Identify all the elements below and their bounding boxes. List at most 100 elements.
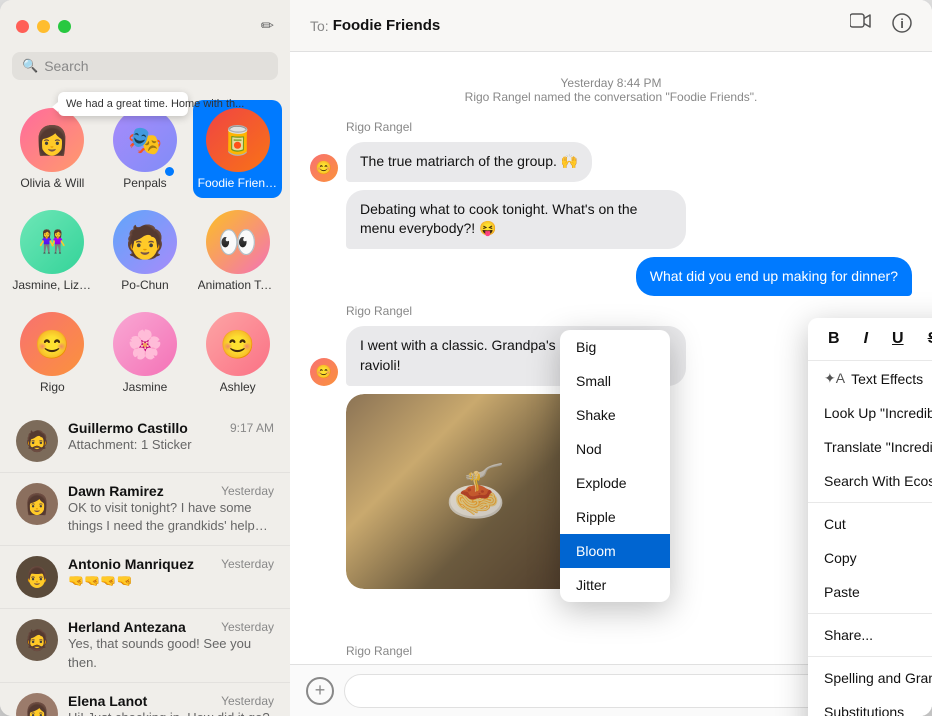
conv-item-dawn[interactable]: 👩 Dawn Ramirez Yesterday OK to visit ton… [0, 473, 290, 546]
conv-name-antonio: Antonio Manriquez [68, 556, 194, 572]
msg-avatar-rigo2: 😊 [310, 358, 338, 386]
conv-time-antonio: Yesterday [221, 557, 274, 571]
submenu-text-effects: Big Small Shake Nod Explode Ripple Bloom… [560, 330, 670, 602]
ctx-spelling[interactable]: Spelling and Grammar › [808, 661, 932, 695]
ctx-lookup[interactable]: Look Up "Incredible. I'll have to try...… [808, 396, 932, 430]
conv-avatar-guillermo: 🧔 [16, 420, 58, 462]
msg-row-m3: What did you end up making for dinner? [310, 257, 912, 297]
conv-content-dawn: Dawn Ramirez Yesterday OK to visit tonig… [68, 483, 274, 535]
avatar-name-jasmine-liz: Jasmine, Liz &... [12, 278, 92, 292]
avatar-item-foodie-friends[interactable]: 🥫 Foodie Friends [193, 100, 282, 198]
conv-item-herland[interactable]: 🧔 Herland Antezana Yesterday Yes, that s… [0, 609, 290, 682]
avatar-circle-rigo: 😊 [20, 312, 84, 376]
ctx-share[interactable]: Share... [808, 618, 932, 652]
conv-avatar-antonio: 👨 [16, 556, 58, 598]
avatar-circle-animation-team: 👀 [206, 210, 270, 274]
avatar-item-olivia-will[interactable]: We had a great time. Home with th... 👩 O… [8, 100, 97, 198]
avatar-item-animation-team[interactable]: 👀 Animation Team [193, 202, 282, 300]
unread-dot-penpals [165, 167, 174, 176]
bubble-m3: What did you end up making for dinner? [636, 257, 912, 297]
ctx-search-ecosia[interactable]: Search With Ecosia [808, 464, 932, 498]
submenu-nod[interactable]: Nod [560, 432, 670, 466]
ctx-translate[interactable]: Translate "Incredible. I'll have to try.… [808, 430, 932, 464]
to-label: To: [310, 18, 329, 34]
avatar-name-foodie-friends: Foodie Friends [198, 176, 278, 190]
submenu-jitter[interactable]: Jitter [560, 568, 670, 602]
conv-name-dawn: Dawn Ramirez [68, 483, 164, 499]
ctx-copy-label: Copy [824, 550, 857, 566]
minimize-button[interactable] [37, 20, 50, 33]
titlebar-icons: i [850, 13, 912, 38]
compose-icon[interactable]: ✏ [261, 16, 274, 36]
conv-name-guillermo: Guillermo Castillo [68, 420, 188, 436]
ctx-cut[interactable]: Cut [808, 507, 932, 541]
format-underline-button[interactable]: U [888, 328, 908, 350]
conv-item-antonio[interactable]: 👨 Antonio Manriquez Yesterday 🤜🤜🤜🤜 [0, 546, 290, 609]
avatar-item-pochun[interactable]: 🧑 Po-Chun [101, 202, 190, 300]
submenu-bloom[interactable]: Bloom [560, 534, 670, 568]
avatar-circle-pochun: 🧑 [113, 210, 177, 274]
sidebar: ✏ 🔍 We had a great time. Home with th...… [0, 0, 290, 716]
submenu-big[interactable]: Big [560, 330, 670, 364]
message-input[interactable] [344, 674, 879, 708]
conv-name-elena: Elena Lanot [68, 693, 147, 709]
video-call-icon[interactable] [850, 13, 872, 38]
submenu-shake[interactable]: Shake [560, 398, 670, 432]
format-bold-button[interactable]: B [824, 328, 844, 350]
msg-avatar-rigo1: 😊 [310, 154, 338, 182]
avatar-name-ashley: Ashley [220, 380, 256, 394]
messages-window: ✏ 🔍 We had a great time. Home with th...… [0, 0, 932, 716]
conv-avatar-herland: 🧔 [16, 619, 58, 661]
add-button[interactable]: + [306, 677, 334, 705]
conv-preview-herland: Yes, that sounds good! See you then. [68, 635, 274, 671]
ctx-share-label: Share... [824, 627, 873, 643]
conv-item-guillermo[interactable]: 🧔 Guillermo Castillo 9:17 AM Attachment:… [0, 410, 290, 473]
search-input[interactable] [44, 58, 268, 74]
avatar-grid: We had a great time. Home with th... 👩 O… [0, 92, 290, 410]
conv-item-elena[interactable]: 👩 Elena Lanot Yesterday Hi! Just checkin… [0, 683, 290, 716]
avatar-circle-foodie-friends: 🥫 [206, 108, 270, 172]
close-button[interactable] [16, 20, 29, 33]
conv-content-antonio: Antonio Manriquez Yesterday 🤜🤜🤜🤜 [68, 556, 274, 590]
search-icon: 🔍 [22, 58, 38, 74]
submenu-ripple[interactable]: Ripple [560, 500, 670, 534]
ctx-paste-label: Paste [824, 584, 860, 600]
ctx-copy[interactable]: Copy [808, 541, 932, 575]
main-panel: To: Foodie Friends i [290, 0, 932, 716]
format-strikethrough-button[interactable]: S [924, 328, 932, 350]
avatar-name-pochun: Po-Chun [121, 278, 168, 292]
text-effects-label: Text Effects [851, 371, 923, 387]
ctx-format-bar: B I U S [808, 318, 932, 361]
text-effects-icon: ✦A [824, 370, 845, 387]
format-italic-button[interactable]: I [860, 328, 872, 350]
avatar-item-jasmine-liz[interactable]: 👭 Jasmine, Liz &... [8, 202, 97, 300]
maximize-button[interactable] [58, 20, 71, 33]
conv-preview-elena: Hi! Just checking in. How did it go? [68, 709, 274, 716]
avatar-name-penpals: Penpals [123, 176, 166, 190]
submenu-explode[interactable]: Explode [560, 466, 670, 500]
avatar-circle-jasmine-liz: 👭 [20, 210, 84, 274]
conv-time-elena: Yesterday [221, 694, 274, 708]
avatar-name-jasmine2: Jasmine [123, 380, 168, 394]
ctx-text-effects[interactable]: ✦A Text Effects › [808, 361, 932, 396]
search-bar[interactable]: 🔍 [12, 52, 278, 80]
conv-preview-antonio: 🤜🤜🤜🤜 [68, 572, 274, 590]
conv-content-elena: Elena Lanot Yesterday Hi! Just checking … [68, 693, 274, 716]
avatar-item-rigo[interactable]: 😊 Rigo [8, 304, 97, 402]
msg-sender-rigo1: Rigo Rangel [346, 120, 912, 134]
ctx-paste[interactable]: Paste [808, 575, 932, 609]
msg-row-m2: Debating what to cook tonight. What's on… [346, 190, 912, 249]
avatar-name-animation-team: Animation Team [198, 278, 278, 292]
submenu-small[interactable]: Small [560, 364, 670, 398]
ctx-substitutions-label: Substitutions [824, 704, 904, 716]
avatar-circle-penpals: 🎭 [113, 108, 177, 172]
avatar-item-ashley[interactable]: 😊 Ashley [193, 304, 282, 402]
conv-name-herland: Herland Antezana [68, 619, 186, 635]
ctx-spelling-label: Spelling and Grammar [824, 670, 932, 686]
context-menu: B I U S ✦A Text Effects › Look Up "Incre… [808, 318, 932, 716]
ctx-separator-3 [808, 656, 932, 657]
info-icon[interactable]: i [892, 13, 912, 38]
msg-row-m1: 😊 The true matriarch of the group. 🙌 [310, 142, 912, 182]
avatar-item-jasmine2[interactable]: 🌸 Jasmine [101, 304, 190, 402]
ctx-substitutions[interactable]: Substitutions › [808, 695, 932, 716]
